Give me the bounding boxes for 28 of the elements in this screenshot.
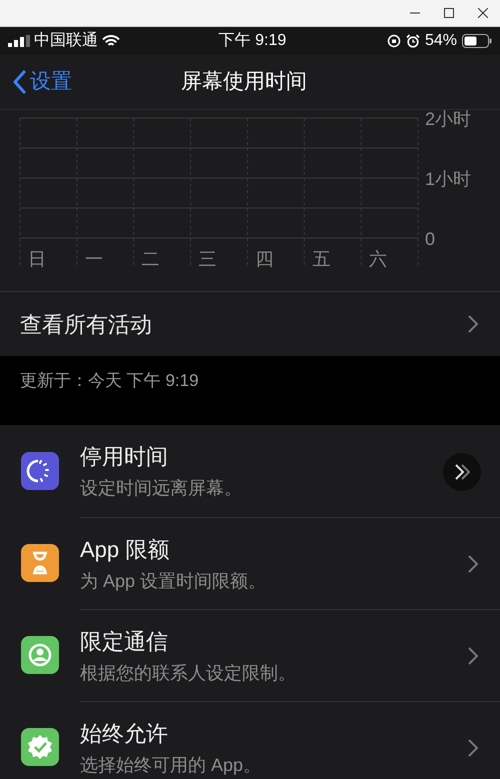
day-label: 一: [84, 249, 103, 269]
list-row[interactable]: 停用时间 设定时间远离屏幕。: [80, 425, 500, 517]
row-subtitle: 选择始终可用的 App。: [80, 754, 262, 777]
row-title: 始终允许: [80, 720, 169, 748]
row-subtitle: 设定时间远离屏幕。: [80, 477, 242, 500]
list-row[interactable]: App 限额 为 App 设置时间限额。: [80, 517, 500, 609]
back-button[interactable]: 设置: [0, 66, 72, 98]
battery-percentage: 54%: [424, 31, 457, 51]
day-label: 三: [198, 249, 217, 269]
axis-label: 0: [425, 229, 436, 249]
carrier-name: 中国联通: [34, 30, 98, 51]
list-row[interactable]: 限定通信 根据您的联系人设定限制。: [80, 609, 500, 701]
day-label: 日: [28, 249, 46, 269]
day-label: 五: [312, 249, 330, 269]
day-label: 四: [255, 249, 274, 269]
day-label: 六: [369, 249, 388, 269]
row-subtitle: 根据您的联系人设定限制。: [80, 662, 296, 684]
screen-title: 屏幕使用时间: [181, 69, 307, 96]
axis-label: 2小时: [425, 110, 472, 129]
updated-time-text: 更新于：今天 下午 9:19: [20, 371, 199, 390]
row-title: 停用时间: [80, 443, 169, 471]
day-label: 二: [142, 249, 160, 269]
row-title: App 限额: [80, 536, 170, 564]
clock-time: 下午 9:19: [218, 31, 286, 51]
row-title: 限定通信: [80, 628, 169, 656]
list-row[interactable]: 始终允许 选择始终可用的 App。: [80, 701, 500, 779]
row-subtitle: 为 App 设置时间限额。: [80, 570, 266, 593]
axis-label: 1小时: [425, 169, 472, 189]
